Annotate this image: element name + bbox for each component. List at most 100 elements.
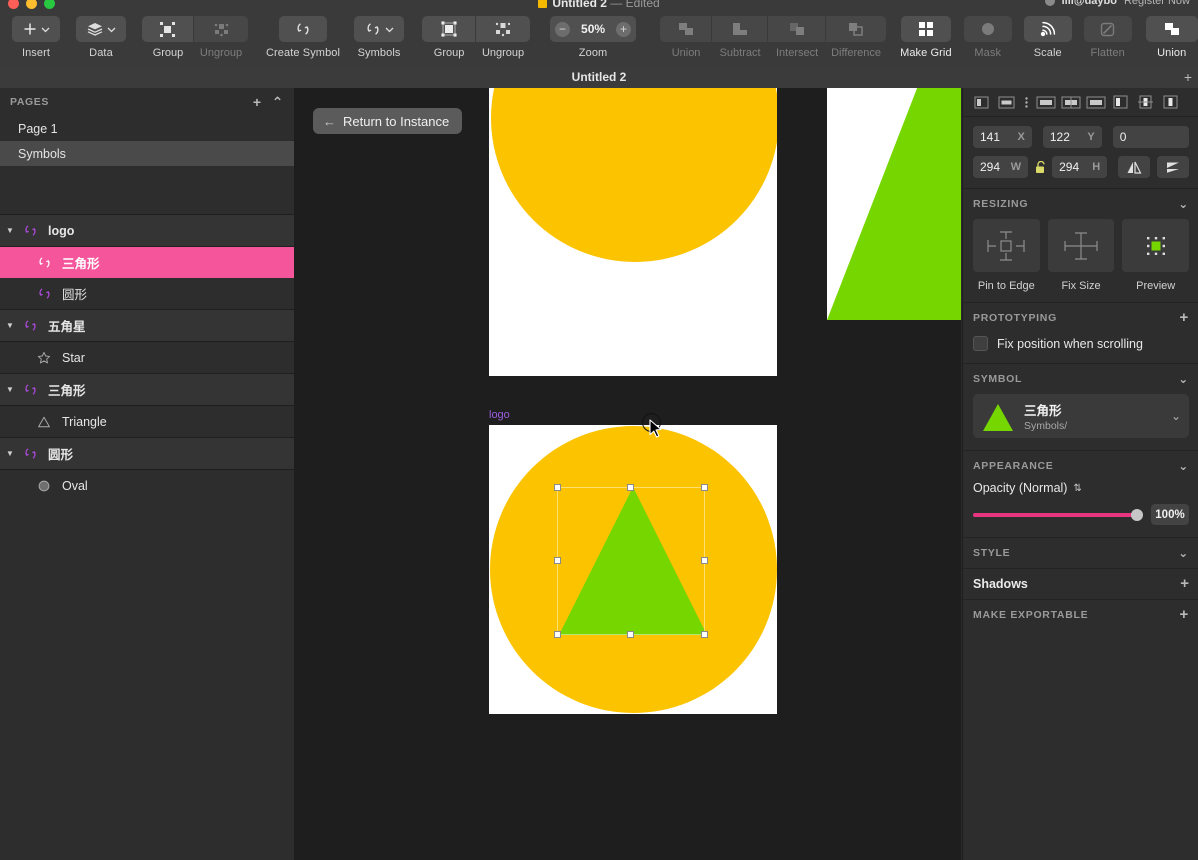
toolbar-group-ungroup[interactable]: Group Ungroup: [142, 10, 248, 59]
chevron-down-icon[interactable]: ⌄: [1178, 459, 1189, 473]
tab-untitled-2[interactable]: Untitled 2: [0, 66, 1198, 88]
height-input[interactable]: 294 H: [1052, 156, 1107, 178]
selection-handle-top-right[interactable]: [701, 484, 708, 491]
zoom-control[interactable]: − 50% +: [550, 16, 636, 42]
account-area[interactable]: lili@daybo Register Now: [1045, 0, 1190, 7]
align-left-edge-icon[interactable]: [1108, 92, 1133, 113]
chevron-down-icon[interactable]: ⌄: [1178, 197, 1189, 211]
selection-handle-middle-left[interactable]: [554, 557, 561, 564]
chevron-down-icon[interactable]: ⌄: [1178, 372, 1189, 386]
layer-row-yuanxing-child[interactable]: 圆形: [0, 278, 294, 309]
selection-handle-top-center[interactable]: [627, 484, 634, 491]
selection-handle-middle-right[interactable]: [701, 557, 708, 564]
group-button[interactable]: [142, 16, 194, 42]
disclosure-triangle-icon[interactable]: ▼: [2, 226, 18, 235]
triangle-shape[interactable]: [827, 88, 961, 320]
canvas-group-segment[interactable]: [422, 16, 530, 42]
flip-horizontal-button[interactable]: [1118, 156, 1150, 178]
opacity-value-input[interactable]: 100%: [1151, 504, 1189, 525]
layer-row-logo[interactable]: ▼ logo: [0, 215, 294, 246]
symbol-selector[interactable]: 三角形 Symbols/ ⌄: [973, 394, 1189, 438]
align-right-edge-icon[interactable]: [1158, 92, 1183, 113]
insert-button[interactable]: [12, 16, 60, 42]
symbols-button[interactable]: [354, 16, 404, 42]
sidebar-page-page-1[interactable]: Page 1: [0, 116, 294, 141]
data-button[interactable]: [76, 16, 126, 42]
canvas-area[interactable]: ← Return to Instance logo: [295, 88, 961, 860]
canvas-group-button[interactable]: [422, 16, 476, 42]
y-input[interactable]: 122 Y: [1043, 126, 1102, 148]
return-to-instance-button[interactable]: ← Return to Instance: [313, 108, 462, 134]
create-symbol-button[interactable]: [279, 16, 327, 42]
toolbar-scale[interactable]: Scale: [1024, 10, 1072, 59]
fix-position-checkbox[interactable]: [973, 336, 988, 351]
layer-row-sanjiaoxing-child[interactable]: 三角形: [0, 247, 294, 278]
sidebar-page-symbols[interactable]: Symbols: [0, 141, 294, 166]
layer-row-sanjiaoxing-group[interactable]: ▼ 三角形: [0, 374, 294, 405]
toolbar-data[interactable]: Data: [76, 10, 126, 59]
toolbar-union-right[interactable]: Union: [1146, 10, 1198, 59]
chevron-up-icon[interactable]: ⌃: [272, 96, 284, 108]
artboard-triangle-top-right[interactable]: [827, 88, 961, 320]
toolbar-zoom[interactable]: − 50% + Zoom: [550, 10, 636, 59]
add-shadow-button[interactable]: +: [1180, 578, 1189, 590]
align-left-icon[interactable]: [969, 92, 994, 113]
add-export-button[interactable]: +: [1180, 609, 1189, 621]
flip-vertical-button[interactable]: [1157, 156, 1189, 178]
chevron-down-icon[interactable]: ⌄: [1178, 546, 1189, 560]
align-middle-icon[interactable]: [1058, 92, 1083, 113]
selection-handle-top-left[interactable]: [554, 484, 561, 491]
alignment-toolbar[interactable]: [963, 88, 1198, 117]
scale-button[interactable]: [1024, 16, 1072, 42]
selection-handle-bottom-left[interactable]: [554, 631, 561, 638]
opacity-slider-knob[interactable]: [1131, 509, 1143, 521]
fix-position-row[interactable]: Fix position when scrolling: [963, 333, 1198, 363]
opacity-label-row[interactable]: Opacity (Normal) ⇅: [973, 481, 1189, 495]
selection-handle-bottom-center[interactable]: [627, 631, 634, 638]
chevron-down-icon[interactable]: ⌄: [1171, 409, 1181, 423]
align-distribute-icon[interactable]: [1019, 96, 1033, 109]
opacity-slider[interactable]: [973, 508, 1143, 522]
x-input[interactable]: 141 X: [973, 126, 1032, 148]
disclosure-triangle-icon[interactable]: ▼: [2, 321, 18, 330]
align-top-icon[interactable]: [1033, 92, 1058, 113]
layer-row-oval[interactable]: Oval: [0, 470, 294, 501]
disclosure-triangle-icon[interactable]: ▼: [2, 385, 18, 394]
circle-shape[interactable]: [491, 88, 777, 262]
layer-row-wujiaoxing[interactable]: ▼ 五角星: [0, 310, 294, 341]
union-button-right[interactable]: [1146, 16, 1198, 42]
toolbar-create-symbol[interactable]: Create Symbol: [266, 10, 340, 59]
make-grid-button[interactable]: [901, 16, 951, 42]
artboard-circle-top[interactable]: [489, 88, 777, 376]
align-bottom-icon[interactable]: [1083, 92, 1108, 113]
opacity-stepper-icon[interactable]: ⇅: [1073, 483, 1081, 494]
style-section-header[interactable]: STYLE ⌄: [963, 537, 1198, 568]
align-center-vertical-icon[interactable]: [1133, 92, 1158, 113]
rotation-input[interactable]: 0: [1113, 126, 1189, 148]
toolbar-symbols[interactable]: Symbols: [354, 10, 404, 59]
register-now-link[interactable]: Register Now: [1124, 0, 1190, 7]
resizing-section-header[interactable]: RESIZING ⌄: [963, 189, 1198, 219]
zoom-out-button[interactable]: −: [555, 22, 570, 37]
toolbar-make-grid[interactable]: Make Grid: [900, 10, 952, 59]
group-ungroup-segment[interactable]: [142, 16, 248, 42]
opacity-slider-row[interactable]: 100%: [973, 504, 1189, 525]
add-page-button[interactable]: +: [253, 96, 262, 108]
artboard-label-logo[interactable]: logo: [489, 409, 510, 421]
shadows-row[interactable]: Shadows +: [963, 568, 1198, 599]
toolbar-insert[interactable]: Insert: [12, 10, 60, 59]
canvas-ungroup-button[interactable]: [476, 16, 530, 42]
selection-handle-bottom-right[interactable]: [701, 631, 708, 638]
symbol-section-header[interactable]: SYMBOL ⌄: [963, 363, 1198, 394]
make-exportable-row[interactable]: MAKE EXPORTABLE +: [963, 599, 1198, 630]
fix-size-card[interactable]: [1048, 219, 1115, 272]
layer-row-triangle[interactable]: Triangle: [0, 406, 294, 437]
add-prototyping-button[interactable]: +: [1180, 312, 1189, 324]
toolbar-canvas-group-ungroup[interactable]: Group Ungroup: [422, 10, 530, 59]
prototyping-section-header[interactable]: PROTOTYPING +: [963, 302, 1198, 333]
pin-to-edge-card[interactable]: [973, 219, 1040, 272]
new-tab-button[interactable]: +: [1184, 69, 1192, 85]
zoom-in-button[interactable]: +: [616, 22, 631, 37]
preview-card[interactable]: [1122, 219, 1189, 272]
width-input[interactable]: 294 W: [973, 156, 1028, 178]
